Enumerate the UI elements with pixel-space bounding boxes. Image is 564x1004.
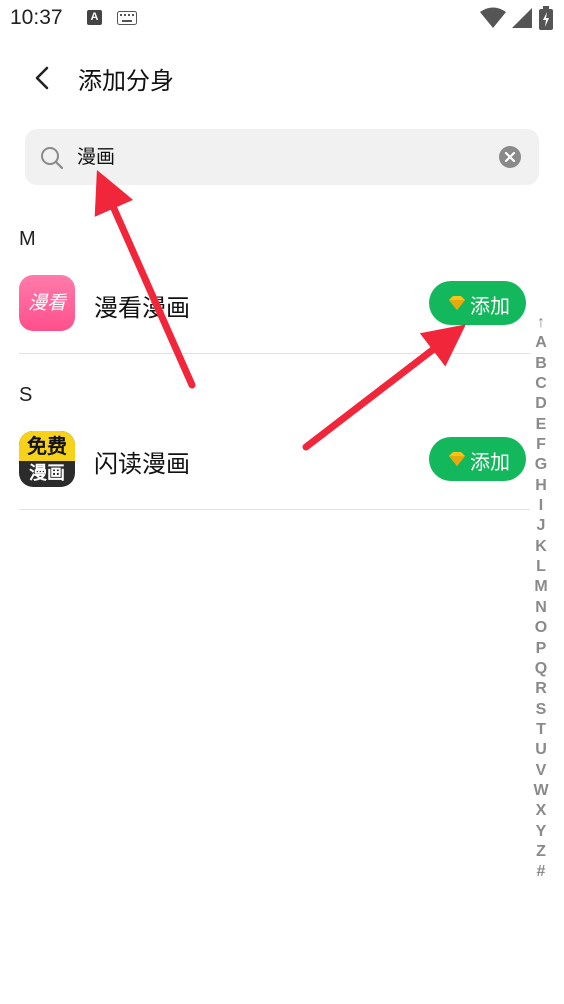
alphabet-index-item[interactable]: S bbox=[530, 700, 552, 720]
search-icon bbox=[40, 146, 64, 174]
alphabet-index-item[interactable]: J bbox=[530, 516, 552, 536]
keyboard-icon bbox=[117, 10, 137, 29]
mankan-app-icon: 漫看 bbox=[19, 275, 75, 331]
alphabet-index-item[interactable]: V bbox=[530, 761, 552, 781]
search-input[interactable] bbox=[77, 144, 477, 166]
section-header-m: M bbox=[19, 228, 36, 250]
alphabet-index-item[interactable]: N bbox=[530, 598, 552, 618]
back-chevron-icon bbox=[35, 66, 49, 90]
diamond-vip-icon bbox=[449, 296, 465, 310]
alphabet-index-item[interactable]: G bbox=[530, 455, 552, 475]
alphabet-index[interactable]: ↑ A B C D E F G H I J K L M N O P Q R S T U V W X Y Z # bbox=[530, 313, 552, 883]
add-button-shandu[interactable]: 添加 bbox=[429, 437, 526, 481]
app-name: 闪读漫画 bbox=[94, 450, 190, 478]
shandu-app-icon: 免费 漫画 bbox=[19, 431, 75, 487]
clear-icon bbox=[504, 151, 516, 163]
wifi-icon bbox=[480, 7, 506, 33]
alphabet-index-item[interactable]: U bbox=[530, 740, 552, 760]
app-name: 漫看漫画 bbox=[94, 294, 190, 322]
alphabet-index-item[interactable]: Q bbox=[530, 659, 552, 679]
app-row-mankan[interactable]: 漫看 漫看漫画 添加 bbox=[0, 275, 530, 351]
clear-search-button[interactable] bbox=[499, 146, 521, 168]
status-bar: 10:37 A bbox=[0, 0, 564, 40]
alphabet-index-item[interactable]: C bbox=[530, 374, 552, 394]
diamond-vip-icon bbox=[449, 452, 465, 466]
alphabet-index-item[interactable]: # bbox=[530, 862, 552, 882]
alphabet-index-item[interactable]: I bbox=[530, 496, 552, 516]
battery-charging-icon bbox=[539, 6, 553, 34]
search-box[interactable] bbox=[25, 129, 539, 185]
alphabet-index-item[interactable]: O bbox=[530, 618, 552, 638]
app-row-shandu[interactable]: 免费 漫画 闪读漫画 添加 bbox=[0, 431, 530, 507]
add-button-label: 添加 bbox=[470, 450, 510, 474]
alphabet-index-item[interactable]: L bbox=[530, 557, 552, 577]
page-title: 添加分身 bbox=[78, 67, 174, 95]
shandu-icon-text-bottom: 漫画 bbox=[29, 463, 65, 484]
alphabet-index-item[interactable]: T bbox=[530, 720, 552, 740]
add-button-label: 添加 bbox=[470, 294, 510, 318]
page-header: 添加分身 bbox=[0, 48, 564, 108]
alphabet-index-item[interactable]: B bbox=[530, 354, 552, 374]
shandu-icon-text-top: 免费 bbox=[19, 431, 75, 461]
alphabet-index-item[interactable]: D bbox=[530, 394, 552, 414]
alphabet-index-item[interactable]: E bbox=[530, 415, 552, 435]
alphabet-index-item[interactable]: Z bbox=[530, 842, 552, 862]
alphabet-index-item[interactable]: A bbox=[530, 333, 552, 353]
alphabet-index-item[interactable]: Y bbox=[530, 822, 552, 842]
divider bbox=[19, 353, 530, 354]
signal-icon bbox=[511, 7, 533, 33]
section-header-s: S bbox=[19, 384, 33, 406]
notification-a-icon: A bbox=[87, 10, 102, 25]
divider bbox=[19, 509, 530, 510]
alphabet-index-item[interactable]: F bbox=[530, 435, 552, 455]
mankan-icon-text: 漫看 bbox=[27, 292, 66, 314]
add-button-mankan[interactable]: 添加 bbox=[429, 281, 526, 325]
alphabet-index-item[interactable]: X bbox=[530, 801, 552, 821]
alphabet-index-item[interactable]: H bbox=[530, 476, 552, 496]
alphabet-index-item[interactable]: W bbox=[530, 781, 552, 801]
back-button[interactable] bbox=[28, 63, 58, 93]
alphabet-index-item[interactable]: P bbox=[530, 639, 552, 659]
status-time: 10:37 bbox=[10, 6, 63, 29]
alphabet-index-item[interactable]: M bbox=[530, 577, 552, 597]
alphabet-index-item[interactable]: K bbox=[530, 537, 552, 557]
alphabet-index-item[interactable]: R bbox=[530, 679, 552, 699]
alphabet-index-item[interactable]: ↑ bbox=[530, 313, 552, 333]
